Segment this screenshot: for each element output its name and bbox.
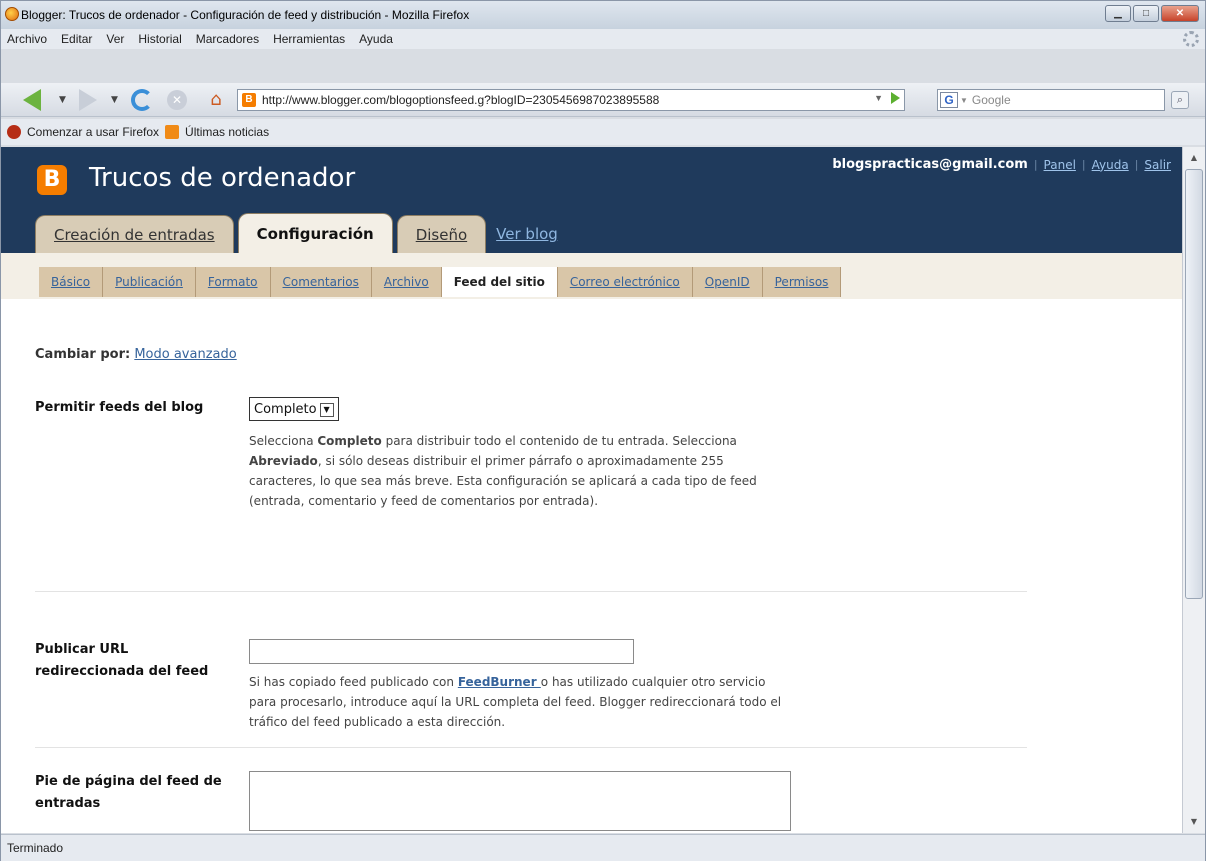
tab-creacion-entradas[interactable]: Creación de entradas bbox=[35, 215, 234, 253]
back-arrow-icon[interactable] bbox=[23, 89, 41, 111]
logout-link[interactable]: Salir bbox=[1144, 158, 1171, 172]
stop-icon[interactable]: ✕ bbox=[167, 90, 187, 110]
chevron-down-icon[interactable]: ▼ bbox=[319, 402, 334, 417]
subtab-feed-del-sitio[interactable]: Feed del sitio bbox=[441, 267, 558, 297]
subtab-permisos[interactable]: Permisos bbox=[763, 267, 842, 297]
switch-label: Cambiar por: bbox=[35, 347, 131, 362]
subtab-comentarios[interactable]: Comentarios bbox=[271, 267, 372, 297]
menu-archivo[interactable]: Archivo bbox=[7, 32, 47, 46]
subtab-basico[interactable]: Básico bbox=[39, 267, 104, 297]
subtab-archivo[interactable]: Archivo bbox=[372, 267, 442, 297]
scroll-down-icon[interactable]: ▼ bbox=[1185, 813, 1203, 831]
forward-arrow-icon[interactable] bbox=[79, 89, 97, 111]
panel-link[interactable]: Panel bbox=[1044, 158, 1076, 172]
window-title: Blogger: Trucos de ordenador - Configura… bbox=[21, 8, 470, 22]
engine-dropdown-icon[interactable]: ▼ bbox=[960, 96, 968, 105]
redirect-feed-label: Publicar URL redireccionada del feed bbox=[35, 642, 209, 679]
search-box[interactable]: G ▼ Google bbox=[937, 89, 1165, 111]
history-dropdown-icon[interactable]: ▼ bbox=[874, 93, 883, 103]
menu-editar[interactable]: Editar bbox=[61, 32, 92, 46]
address-bar[interactable]: B http://www.blogger.com/blogoptionsfeed… bbox=[237, 89, 905, 111]
menu-historial[interactable]: Historial bbox=[138, 32, 181, 46]
tab-ver-blog[interactable]: Ver blog bbox=[490, 215, 564, 253]
subtab-publicacion[interactable]: Publicación bbox=[103, 267, 196, 297]
subtabs: Básico Publicación Formato Comentarios A… bbox=[39, 267, 842, 297]
bookmarks-toolbar: Comenzar a usar Firefox Últimas noticias bbox=[1, 119, 1205, 145]
firefox-icon bbox=[5, 7, 19, 21]
status-bar: Terminado bbox=[1, 834, 1205, 861]
back-dropdown-icon[interactable]: ▼ bbox=[59, 88, 66, 112]
go-arrow-icon[interactable] bbox=[891, 92, 900, 104]
browser-window: Blogger: Trucos de ordenador - Configura… bbox=[0, 0, 1206, 861]
search-placeholder[interactable]: Google bbox=[972, 93, 1011, 107]
blog-title: Trucos de ordenador bbox=[89, 163, 356, 193]
feedburner-link[interactable]: FeedBurner bbox=[458, 675, 541, 689]
address-url[interactable]: http://www.blogger.com/blogoptionsfeed.g… bbox=[262, 93, 659, 107]
reload-icon[interactable] bbox=[131, 89, 153, 111]
subtab-formato[interactable]: Formato bbox=[196, 267, 271, 297]
post-feed-footer-textarea[interactable] bbox=[249, 771, 791, 831]
bookmark-firefox-start[interactable]: Comenzar a usar Firefox bbox=[27, 125, 159, 139]
tab-configuracion[interactable]: Configuración bbox=[237, 213, 393, 253]
redirect-url-input[interactable] bbox=[249, 639, 634, 664]
subtab-openid[interactable]: OpenID bbox=[693, 267, 763, 297]
help-link[interactable]: Ayuda bbox=[1092, 158, 1129, 172]
divider bbox=[35, 591, 1027, 592]
vertical-scrollbar[interactable]: ▲ ▼ bbox=[1182, 147, 1205, 833]
navigation-toolbar: ▼ ▼ ✕ ⌂ B http://www.blogger.com/blogopt… bbox=[1, 83, 1205, 117]
title-bar: Blogger: Trucos de ordenador - Configura… bbox=[1, 1, 1205, 29]
post-feed-footer-label: Pie de página del feed de entradas bbox=[35, 774, 222, 811]
menu-bar: Archivo Editar Ver Historial Marcadores … bbox=[1, 29, 1205, 49]
firefox-start-icon bbox=[7, 125, 21, 139]
throbber-icon bbox=[1183, 31, 1199, 47]
user-bar: blogspracticas@gmail.com | Panel | Ayuda… bbox=[832, 157, 1171, 172]
advanced-mode-link[interactable]: Modo avanzado bbox=[134, 347, 236, 362]
bookmark-latest-news[interactable]: Últimas noticias bbox=[185, 125, 269, 139]
blogger-logo-icon: B bbox=[37, 165, 67, 195]
user-email: blogspracticas@gmail.com bbox=[832, 157, 1028, 172]
menu-ayuda[interactable]: Ayuda bbox=[359, 32, 393, 46]
blogger-favicon-icon: B bbox=[242, 93, 256, 107]
redirect-feed-help: Si has copiado feed publicado con FeedBu… bbox=[249, 675, 782, 729]
scroll-up-icon[interactable]: ▲ bbox=[1185, 149, 1203, 167]
blogger-header: B Trucos de ordenador blogspracticas@gma… bbox=[1, 147, 1183, 253]
menu-herramientas[interactable]: Herramientas bbox=[273, 32, 345, 46]
main-tabs: Creación de entradas Configuración Diseñ… bbox=[35, 213, 564, 253]
feed-type-select[interactable]: Completo ▼ bbox=[249, 397, 339, 421]
menu-ver[interactable]: Ver bbox=[106, 32, 124, 46]
status-text: Terminado bbox=[7, 841, 64, 855]
minimize-button[interactable]: ▁ bbox=[1105, 5, 1131, 22]
rss-icon bbox=[165, 125, 180, 139]
subtab-bar: Básico Publicación Formato Comentarios A… bbox=[1, 253, 1183, 299]
search-icon[interactable]: ⌕ bbox=[1171, 91, 1189, 109]
tab-diseno[interactable]: Diseño bbox=[396, 215, 487, 253]
close-button[interactable]: ✕ bbox=[1161, 5, 1199, 22]
forward-dropdown-icon[interactable]: ▼ bbox=[111, 88, 118, 112]
menu-marcadores[interactable]: Marcadores bbox=[196, 32, 259, 46]
page-content: B Trucos de ordenador blogspracticas@gma… bbox=[1, 147, 1183, 833]
google-engine-icon[interactable]: G bbox=[940, 92, 958, 108]
scrollbar-thumb[interactable] bbox=[1185, 169, 1203, 599]
mode-switch: Cambiar por: Modo avanzado bbox=[35, 347, 237, 362]
allow-feeds-label: Permitir feeds del blog bbox=[35, 400, 204, 415]
maximize-button[interactable]: □ bbox=[1133, 5, 1159, 22]
feed-type-value[interactable]: Completo bbox=[254, 402, 317, 417]
divider bbox=[35, 747, 1027, 748]
subtab-correo-electronico[interactable]: Correo electrónico bbox=[558, 267, 693, 297]
home-icon[interactable]: ⌂ bbox=[206, 89, 226, 110]
allow-feeds-help: Selecciona Completo para distribuir todo… bbox=[249, 434, 757, 508]
